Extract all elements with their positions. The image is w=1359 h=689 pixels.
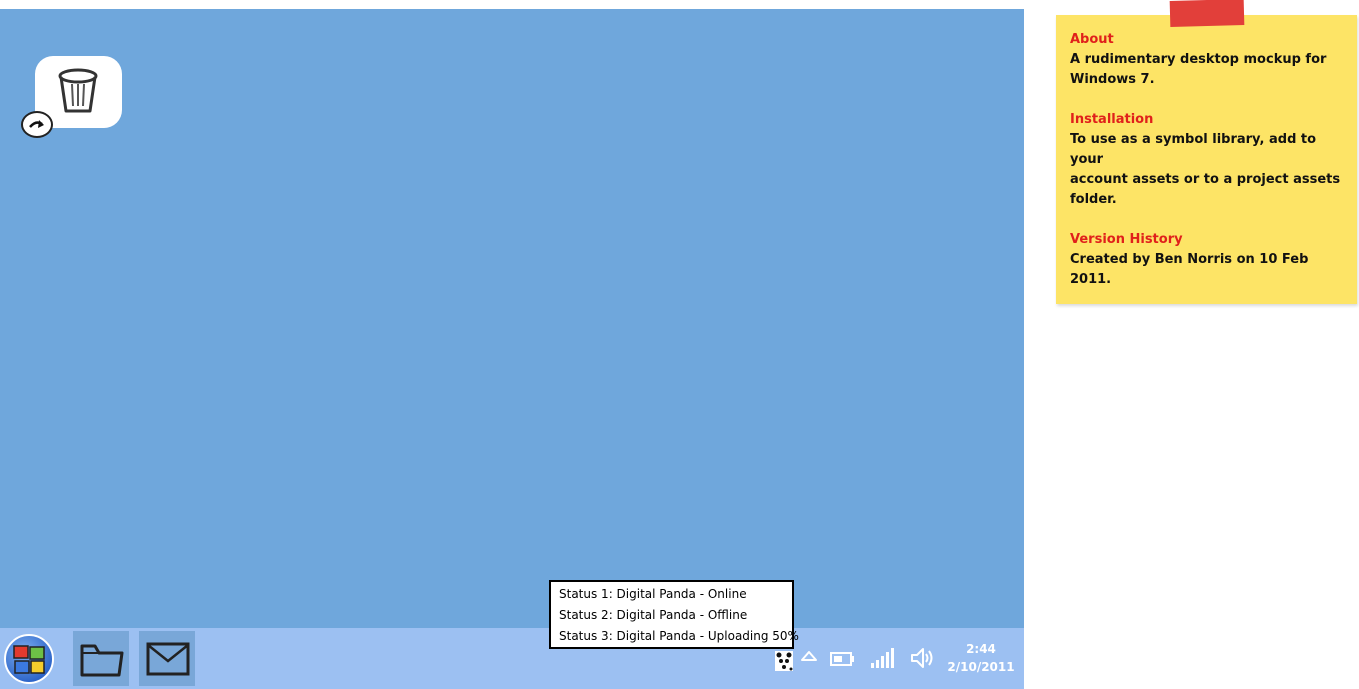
note-heading-about: About (1070, 32, 1114, 47)
tooltip-line: Status 1: Digital Panda - Online (559, 587, 747, 601)
windows-logo-icon (13, 645, 45, 674)
taskbar-mail-button[interactable] (139, 631, 195, 686)
sticky-note: About A rudimentary desktop mockup for W… (1056, 15, 1357, 304)
desktop (0, 9, 1024, 628)
show-hidden-icons-arrow-icon[interactable] (800, 650, 818, 662)
taskbar: 2:44 2/10/2011 (0, 628, 1024, 689)
folder-icon (80, 644, 124, 677)
mail-icon (146, 642, 190, 676)
note-line: To use as a symbol library, add to your (1070, 132, 1317, 167)
note-tape (1169, 0, 1245, 27)
note-heading-installation: Installation (1070, 112, 1154, 127)
note-line: A rudimentary desktop mockup for (1070, 52, 1327, 67)
note-heading-version-history: Version History (1070, 232, 1183, 247)
taskbar-folder-button[interactable] (73, 631, 129, 686)
note-line: Created by Ben Norris on 10 Feb 2011. (1070, 252, 1309, 287)
shortcut-arrow-icon (21, 111, 53, 138)
signal-bars-icon[interactable] (870, 647, 896, 669)
note-line: account assets or to a project assets (1070, 172, 1341, 187)
status-tooltip: Status 1: Digital Panda - Online Status … (549, 580, 799, 649)
status-panda-icon[interactable] (774, 650, 794, 672)
tray-clock[interactable]: 2:44 2/10/2011 (944, 640, 1018, 676)
trash-icon (58, 68, 98, 113)
tooltip-line: Status 2: Digital Panda - Offline (559, 608, 748, 622)
clock-time: 2:44 (966, 642, 996, 656)
note-line: Windows 7. (1070, 72, 1155, 87)
note-line: folder. (1070, 192, 1117, 207)
volume-icon[interactable] (910, 647, 934, 669)
clock-date: 2/10/2011 (947, 660, 1015, 674)
battery-icon[interactable] (830, 652, 856, 666)
tooltip-line: Status 3: Digital Panda - Uploading 50% (559, 629, 799, 643)
start-button[interactable] (4, 634, 54, 684)
